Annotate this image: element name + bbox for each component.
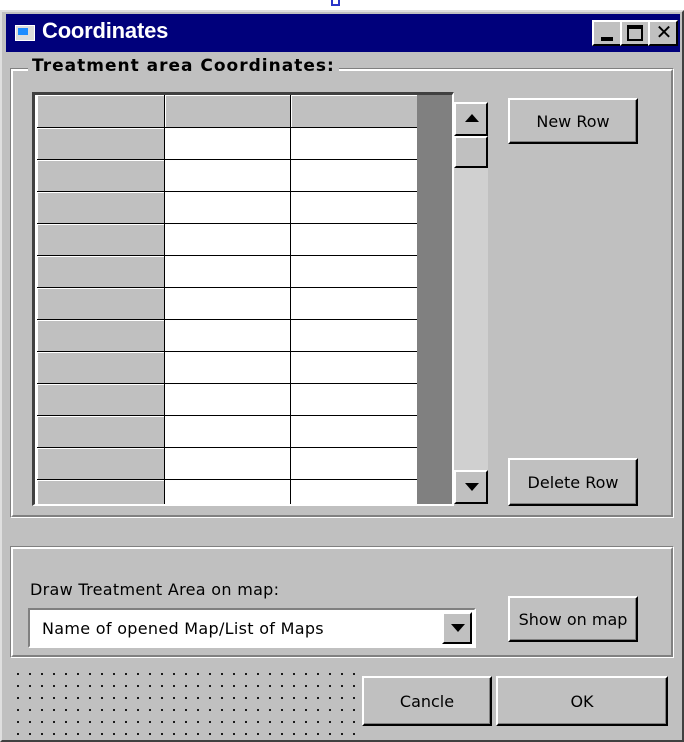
coordinates-grid[interactable] [32,92,454,506]
row-header [37,319,165,352]
grid-cell[interactable] [290,383,418,416]
table-row [37,255,418,288]
coordinates-dialog: Coordinates ✕ Treatment area Coordinates… [0,10,684,742]
close-button[interactable]: ✕ [648,20,678,46]
grid-cell[interactable] [290,319,418,352]
ok-button[interactable]: OK [496,676,668,726]
row-header [37,287,165,320]
grid-cell[interactable] [290,479,418,504]
row-header [37,127,165,160]
new-row-button[interactable]: New Row [508,98,638,144]
row-header [37,255,165,288]
table-row [37,159,418,192]
grid-cell[interactable] [290,415,418,448]
column-header [290,95,418,128]
grid-empty-area [417,95,452,504]
table-row [37,351,418,384]
scroll-down-arrow-icon [465,483,479,491]
table-row [37,479,418,504]
grid-cell[interactable] [164,191,291,224]
grid-cell[interactable] [164,415,291,448]
table-row [37,415,418,448]
grid-cell[interactable] [290,159,418,192]
scroll-down-button[interactable] [454,470,488,504]
grid-cell[interactable] [164,127,291,160]
grid-vertical-scrollbar[interactable] [454,102,488,504]
grid-cell[interactable] [290,287,418,320]
draw-treatment-label: Draw Treatment Area on map: [30,580,280,599]
column-header [164,95,291,128]
table-row [37,223,418,256]
scroll-up-button[interactable] [454,102,488,136]
grid-header-row [37,95,418,128]
coordinates-table [37,95,418,504]
row-header [37,383,165,416]
grid-cell[interactable] [164,351,291,384]
show-on-map-button[interactable]: Show on map [508,596,638,642]
scroll-up-arrow-icon [465,114,479,122]
maximize-icon [627,25,643,41]
table-row [37,383,418,416]
grid-cell[interactable] [290,191,418,224]
map-select-value: Name of opened Map/List of Maps [42,619,324,638]
row-header [37,479,165,504]
column-header [37,95,165,128]
table-row [37,319,418,352]
title-bar[interactable]: Coordinates ✕ [6,14,680,52]
grid-cell[interactable] [290,127,418,160]
grid-cell[interactable] [164,447,291,480]
grid-cell[interactable] [290,255,418,288]
dropdown-arrow-icon [451,624,465,632]
row-header [37,447,165,480]
grid-cell[interactable] [290,223,418,256]
grid-cell[interactable] [164,287,291,320]
minimize-icon [601,37,613,41]
minimize-button[interactable] [592,20,622,46]
table-row [37,287,418,320]
close-icon: ✕ [655,20,673,44]
row-header [37,191,165,224]
grid-cell[interactable] [164,255,291,288]
row-header [37,159,165,192]
cancel-button[interactable]: Cancle [362,676,492,726]
grid-cell[interactable] [164,159,291,192]
map-select-dropdown-button[interactable] [442,612,472,644]
grid-cell[interactable] [290,447,418,480]
row-header [37,415,165,448]
grid-cell[interactable] [164,479,291,504]
grid-cell[interactable] [164,383,291,416]
row-header [37,223,165,256]
scroll-thumb[interactable] [454,136,488,168]
table-row [37,127,418,160]
app-window-icon [15,25,35,41]
maximize-button[interactable] [620,20,650,46]
window-title: Coordinates [42,18,169,43]
grid-cell[interactable] [164,223,291,256]
table-row [37,191,418,224]
table-row [37,447,418,480]
row-header [37,351,165,384]
delete-row-button[interactable]: Delete Row [508,458,638,506]
status-grip-area [10,666,364,738]
grid-cell[interactable] [164,319,291,352]
top-edge-mark [331,0,340,6]
grid-cell[interactable] [290,351,418,384]
treatment-area-legend: Treatment area Coordinates: [28,56,339,76]
map-select[interactable]: Name of opened Map/List of Maps [28,608,476,648]
